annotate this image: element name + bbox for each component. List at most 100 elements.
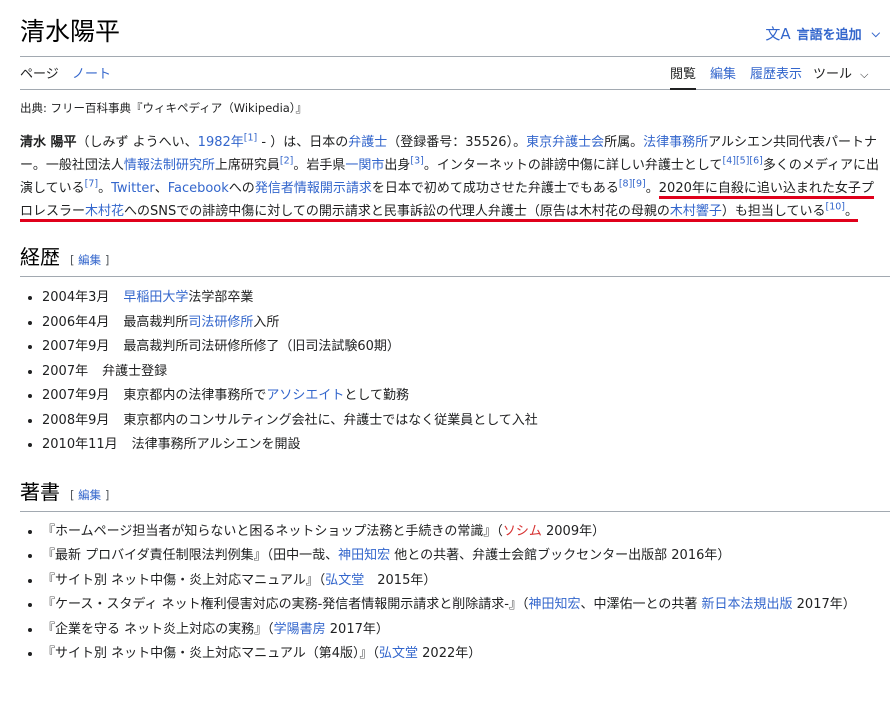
lead-text: 上席研究員 xyxy=(214,158,280,173)
career-text: 入所 xyxy=(253,314,280,330)
career-list: 2004年3月早稲田大学法学部卒業 2006年4月最高裁判所司法研修所入所 20… xyxy=(20,286,890,458)
lead-text: へのSNSでの誹謗中傷に対しての開示請求と民事訴訟の代理人弁護士（原告は木村花の… xyxy=(124,204,670,219)
source-note: 出典: フリー百科事典『ウィキペディア（Wikipedia）』 xyxy=(20,101,308,115)
book-text: 、中澤佑一との共著 xyxy=(580,597,702,612)
ref-7[interactable]: [7] xyxy=(85,179,98,190)
lead-text: （登録番号：35526）。 xyxy=(387,135,527,150)
tab-page[interactable]: ページ xyxy=(20,63,59,82)
list-item: 2010年11月法律事務所アルシエンを開設 xyxy=(42,433,890,458)
link-koubundou[interactable]: 弘文堂 xyxy=(379,646,418,661)
lead-text: 。岩手県 xyxy=(293,158,346,173)
add-language-button[interactable]: 文A 言語を追加 ⌵ xyxy=(765,23,880,44)
book-text: 2017年） xyxy=(325,621,389,637)
ref-10[interactable]: [10] xyxy=(826,202,846,213)
link-kanda[interactable]: 神田知宏 xyxy=(338,548,390,563)
ref-8-9[interactable]: [8][9] xyxy=(619,179,646,190)
book-text: 他との共著、弁護士会館ブックセンター出版部 2016年） xyxy=(390,548,731,563)
book-text: 『サイト別 ネット中傷・炎上対応マニュアル』（ xyxy=(42,572,326,588)
link-law-firm[interactable]: 法律事務所 xyxy=(643,135,708,150)
book-text: 『企業を守る ネット炎上対応の実務』（ xyxy=(42,621,274,637)
link-waseda[interactable]: 早稲田大学 xyxy=(123,290,188,305)
list-item: 『サイト別 ネット中傷・炎上対応マニュアル』（弘文堂 2015年） xyxy=(42,570,890,593)
career-date: 2007年9月 xyxy=(42,339,110,354)
link-bengoshi[interactable]: 弁護士 xyxy=(348,135,387,150)
list-item: 2007年9月最高裁判所司法研修所修了（旧司法試験60期） xyxy=(42,335,890,360)
link-disclosure-request[interactable]: 発信者情報開示請求 xyxy=(255,181,372,196)
list-item: 『ホームページ担当者が知らないと困るネットショップ法務と手続きの常識』（ソシム … xyxy=(42,521,890,544)
link-twitter[interactable]: Twitter xyxy=(111,181,155,196)
ref-3[interactable]: [3] xyxy=(410,156,423,167)
page-title: 清水陽平 xyxy=(20,17,121,46)
career-text: 法学部卒業 xyxy=(188,290,254,305)
link-kimura-kyoko[interactable]: 木村響子 xyxy=(670,204,722,219)
lead-text: ）も担当している xyxy=(721,204,826,219)
career-date: 2008年9月 xyxy=(42,412,110,428)
lead-text: を日本で初めて成功させた弁護士でもある xyxy=(371,181,619,196)
lead-text: 、 xyxy=(154,181,168,196)
link-ichinoseki[interactable]: 一関市 xyxy=(345,158,384,173)
career-date: 2004年3月 xyxy=(42,290,110,305)
book-text: 2022年） xyxy=(418,646,482,661)
book-text: 2015年） xyxy=(364,572,437,588)
lead-text: 出身 xyxy=(384,158,411,173)
lead-text: 。 xyxy=(645,181,659,196)
career-date: 2010年11月 xyxy=(42,437,118,452)
link-legal-training[interactable]: 司法研修所 xyxy=(188,315,253,330)
career-text: として勤務 xyxy=(344,388,410,403)
edit-section-link[interactable]: 編集 xyxy=(78,253,101,267)
page-tabs: ページ ノート 閲覧 編集 履歴表示 ツール ⌵ xyxy=(20,57,890,90)
list-item: 2007年弁護士登録 xyxy=(42,360,890,385)
career-text: 最高裁判所司法研修所修了（旧司法試験60期） xyxy=(123,339,400,354)
link-1982[interactable]: 1982年 xyxy=(198,135,244,150)
link-gakuyo-shobo[interactable]: 学陽書房 xyxy=(274,622,326,637)
list-item: 2008年9月東京都内のコンサルティング会社に、弁護士ではなく従業員として入社 xyxy=(42,409,890,434)
lead-text: （しみず ようへい、 xyxy=(76,135,198,150)
career-text: 最高裁判所 xyxy=(123,314,189,330)
link-tokyo-bar[interactable]: 東京弁護士会 xyxy=(526,135,604,150)
link-sosim[interactable]: ソシム xyxy=(503,524,542,539)
bracket-open: [ xyxy=(70,487,75,502)
bracket-close: ] xyxy=(104,487,110,502)
ref-2[interactable]: [2] xyxy=(280,156,293,167)
link-facebook[interactable]: Facebook xyxy=(168,181,229,196)
tab-talk[interactable]: ノート xyxy=(72,63,111,82)
career-date: 2007年 xyxy=(42,363,89,379)
bracket-close: ] xyxy=(104,253,110,267)
link-kimura-hana[interactable]: 木村花 xyxy=(85,204,124,219)
career-text: 東京都内のコンサルティング会社に、弁護士ではなく従業員として入社 xyxy=(123,412,538,428)
career-text: 弁護士登録 xyxy=(102,363,168,379)
career-date: 2006年4月 xyxy=(42,314,110,330)
book-text: 『サイト別 ネット中傷・炎上対応マニュアル（第4版）』（ xyxy=(42,646,380,661)
tab-edit[interactable]: 編集 xyxy=(710,63,736,82)
book-text: 『ケース・スタディ ネット権利侵害対応の実務-発信者情報開示請求と削除請求-』（ xyxy=(42,597,529,612)
book-text: 2009年） xyxy=(541,523,606,539)
link-koubundou[interactable]: 弘文堂 xyxy=(325,573,364,588)
list-item: 2007年9月東京都内の法律事務所でアソシエイトとして勤務 xyxy=(42,384,890,409)
tab-history[interactable]: 履歴表示 xyxy=(750,63,802,82)
lead-text: への xyxy=(228,181,255,196)
section-heading-career: 経歴 [ 編集 ] xyxy=(20,241,890,277)
tools-menu[interactable]: ツール ⌵ xyxy=(813,63,869,82)
list-item: 『企業を守る ネット炎上対応の実務』（学陽書房 2017年） xyxy=(42,619,890,642)
book-text: 『最新 プロバイダ責任制限法判例集』（田中一哉、 xyxy=(42,548,339,563)
list-item: 『最新 プロバイダ責任制限法判例集』（田中一哉、神田知宏 他との共著、弁護士会館… xyxy=(42,545,890,568)
ref-1[interactable]: [1] xyxy=(244,133,257,144)
link-shin-nippon-hoki[interactable]: 新日本法規出版 xyxy=(702,597,793,612)
career-text: 東京都内の法律事務所で xyxy=(123,388,267,403)
link-institute[interactable]: 情報法制研究所 xyxy=(124,158,215,173)
book-text: 『ホームページ担当者が知らないと困るネットショップ法務と手続きの常識』（ xyxy=(42,523,503,539)
link-associate[interactable]: アソシエイト xyxy=(266,388,344,403)
list-item: 『サイト別 ネット中傷・炎上対応マニュアル（第4版）』（弘文堂 2022年） xyxy=(42,643,890,666)
career-date: 2007年9月 xyxy=(42,388,110,403)
lead-text: 。 xyxy=(845,204,859,219)
lead-text: 。 xyxy=(98,181,112,196)
translate-icon: 文A xyxy=(765,25,791,43)
section-title: 著書 xyxy=(20,479,60,504)
career-text: 法律事務所アルシエンを開設 xyxy=(131,437,301,452)
book-text: 2017年） xyxy=(792,597,856,612)
books-list: 『ホームページ担当者が知らないと困るネットショップ法務と手続きの常識』（ソシム … xyxy=(20,521,890,666)
ref-4-6[interactable]: [4][5][6] xyxy=(723,156,763,167)
link-kanda[interactable]: 神田知宏 xyxy=(528,597,580,612)
edit-section-link[interactable]: 編集 xyxy=(78,488,101,502)
tab-read[interactable]: 閲覧 xyxy=(670,63,697,90)
